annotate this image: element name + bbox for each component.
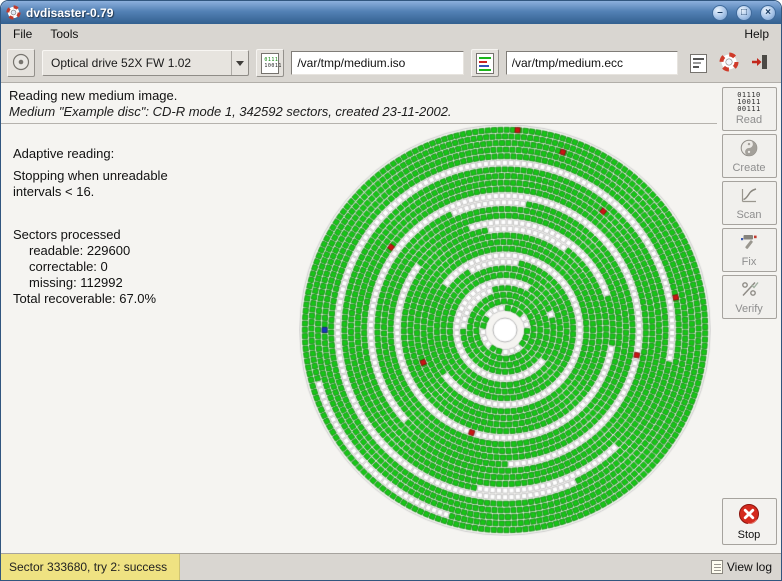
app-window: dvdisaster-0.79 – □ × File Tools Help Op… (0, 0, 782, 581)
drive-button[interactable] (7, 49, 35, 77)
iso-file-icon: 0111 10011 (261, 53, 279, 74)
stop-button[interactable]: Stop (722, 498, 777, 545)
ecc-path-input[interactable] (506, 51, 678, 75)
drive-disc-icon (11, 52, 31, 75)
operation-header: Reading new medium image. Medium "Exampl… (1, 83, 717, 124)
stop-icon (738, 503, 760, 528)
medium-description: Medium "Example disc": CD-R mode 1, 3425… (9, 104, 709, 119)
scan-button[interactable]: Scan (722, 181, 777, 225)
ecc-file-icon (476, 53, 494, 74)
main-column: Reading new medium image. Medium "Exampl… (1, 83, 717, 553)
menu-help[interactable]: Help (735, 25, 778, 43)
iso-file-button[interactable]: 0111 10011 (256, 49, 284, 77)
maximize-button[interactable]: □ (736, 5, 752, 21)
quit-button[interactable] (747, 50, 773, 76)
toolbar-right-group (685, 50, 775, 76)
operation-title: Reading new medium image. (9, 88, 709, 103)
create-button[interactable]: Create (722, 134, 777, 178)
log-file-icon (711, 560, 723, 574)
missing-count: missing: 112992 (13, 275, 168, 291)
close-button[interactable]: × (760, 5, 776, 21)
toolbar: Optical drive 52X FW 1.02 0111 10011 (1, 44, 781, 83)
preferences-icon (690, 54, 707, 73)
verify-button[interactable]: Verify (722, 275, 777, 319)
create-label: Create (732, 162, 765, 174)
chevron-down-icon (236, 61, 244, 66)
statusbar: Sector 333680, try 2: success View log (1, 553, 781, 580)
read-button[interactable]: 01110 10011 00111 Read (722, 87, 777, 131)
reading-info-panel: Adaptive reading: Stopping when unreadab… (13, 146, 168, 307)
create-yinyang-icon (739, 138, 759, 161)
app-icon (6, 5, 21, 20)
status-message: Sector 333680, try 2: success (1, 554, 180, 580)
read-binary-icon: 01110 10011 00111 (737, 92, 761, 113)
help-button[interactable] (716, 50, 742, 76)
scan-curve-icon (739, 185, 759, 208)
body: Reading new medium image. Medium "Exampl… (1, 83, 781, 553)
lifebuoy-help-icon (719, 52, 739, 75)
menubar: File Tools Help (1, 24, 781, 44)
stop-label: Stop (738, 529, 761, 541)
fix-label: Fix (742, 256, 757, 268)
correctable-count: correctable: 0 (13, 259, 168, 275)
drive-select-arrow (231, 51, 248, 75)
sectors-processed-label: Sectors processed (13, 227, 168, 243)
readable-count: readable: 229600 (13, 243, 168, 259)
fix-hammer-icon (739, 232, 759, 255)
view-log-label: View log (727, 560, 772, 574)
total-recoverable: Total recoverable: 67.0% (13, 291, 168, 307)
menu-file[interactable]: File (4, 25, 41, 43)
view-log-button[interactable]: View log (711, 560, 781, 574)
action-sidebar: 01110 10011 00111 Read Create (717, 83, 781, 553)
iso-path-input[interactable] (291, 51, 463, 75)
disc-spiral-canvas (299, 124, 711, 536)
quit-arrow-icon (750, 52, 770, 75)
window-title: dvdisaster-0.79 (26, 6, 704, 20)
fix-button[interactable]: Fix (722, 228, 777, 272)
drive-select-label: Optical drive 52X FW 1.02 (43, 56, 231, 70)
ecc-file-button[interactable] (471, 49, 499, 77)
read-label: Read (736, 114, 762, 126)
reading-area: Adaptive reading: Stopping when unreadab… (1, 124, 717, 553)
verify-label: Verify (735, 303, 763, 315)
preferences-button[interactable] (685, 50, 711, 76)
titlebar[interactable]: dvdisaster-0.79 – □ × (1, 1, 781, 24)
stop-condition-line2: intervals < 16. (13, 184, 168, 200)
scan-label: Scan (736, 209, 761, 221)
minimize-button[interactable]: – (712, 5, 728, 21)
menu-tools[interactable]: Tools (41, 25, 87, 43)
drive-select[interactable]: Optical drive 52X FW 1.02 (42, 50, 249, 76)
stop-condition-line1: Stopping when unreadable (13, 168, 168, 184)
verify-percent-icon (739, 279, 759, 302)
adaptive-reading-label: Adaptive reading: (13, 146, 168, 162)
